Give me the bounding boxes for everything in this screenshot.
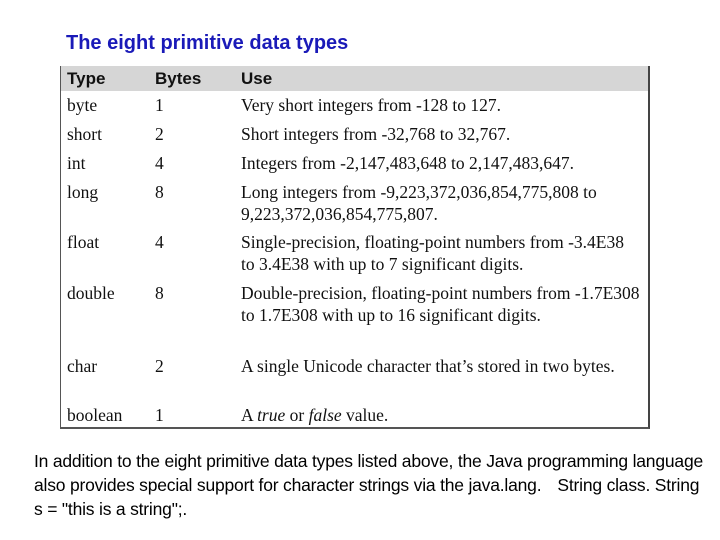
cell-use: Single-precision, floating-point numbers…	[241, 232, 624, 274]
cell-use: Long integers from -9,223,372,036,854,77…	[241, 182, 597, 224]
cell-use: Very short integers from -128 to 127.	[241, 95, 502, 115]
cell-type: long	[67, 182, 99, 202]
cell-type: boolean	[67, 405, 123, 425]
page-title: The eight primitive data types	[66, 32, 349, 54]
header-use: Use	[241, 69, 273, 88]
cell-type: byte	[67, 95, 98, 115]
keyword-true: true	[257, 405, 286, 425]
primitive-types-table: Type Bytes Use byte 1 Very short integer…	[60, 66, 650, 429]
cell-use: Short integers from -32,768 to 32,767.	[241, 124, 511, 144]
cell-type: char	[67, 356, 98, 376]
table-header-row: Type Bytes Use	[61, 66, 648, 91]
cell-bytes: 1	[155, 405, 164, 425]
use-text: or	[285, 405, 309, 425]
cell-bytes: 2	[155, 356, 164, 376]
cell-use: A single Unicode character that’s stored…	[241, 356, 615, 376]
cell-type: int	[67, 153, 86, 173]
description-paragraph: In addition to the eight primitive data …	[34, 449, 704, 521]
cell-use: Integers from -2,147,483,648 to 2,147,48…	[241, 153, 574, 173]
cell-bytes: 8	[155, 182, 164, 202]
cell-use: Double-precision, floating-point numbers…	[241, 283, 640, 325]
keyword-false: false	[308, 405, 342, 425]
use-text: A	[241, 405, 258, 425]
cell-type: short	[67, 124, 102, 144]
header-type: Type	[67, 69, 106, 88]
cell-bytes: 1	[155, 95, 164, 115]
cell-type: double	[67, 283, 115, 303]
cell-type: float	[67, 232, 100, 252]
use-text: value.	[341, 405, 389, 425]
cell-bytes: 2	[155, 124, 164, 144]
header-bytes: Bytes	[155, 69, 202, 88]
cell-bytes: 4	[155, 153, 164, 173]
cell-bytes: 4	[155, 232, 164, 252]
cell-bytes: 8	[155, 283, 164, 303]
cell-use: A true or false value.	[241, 404, 641, 426]
